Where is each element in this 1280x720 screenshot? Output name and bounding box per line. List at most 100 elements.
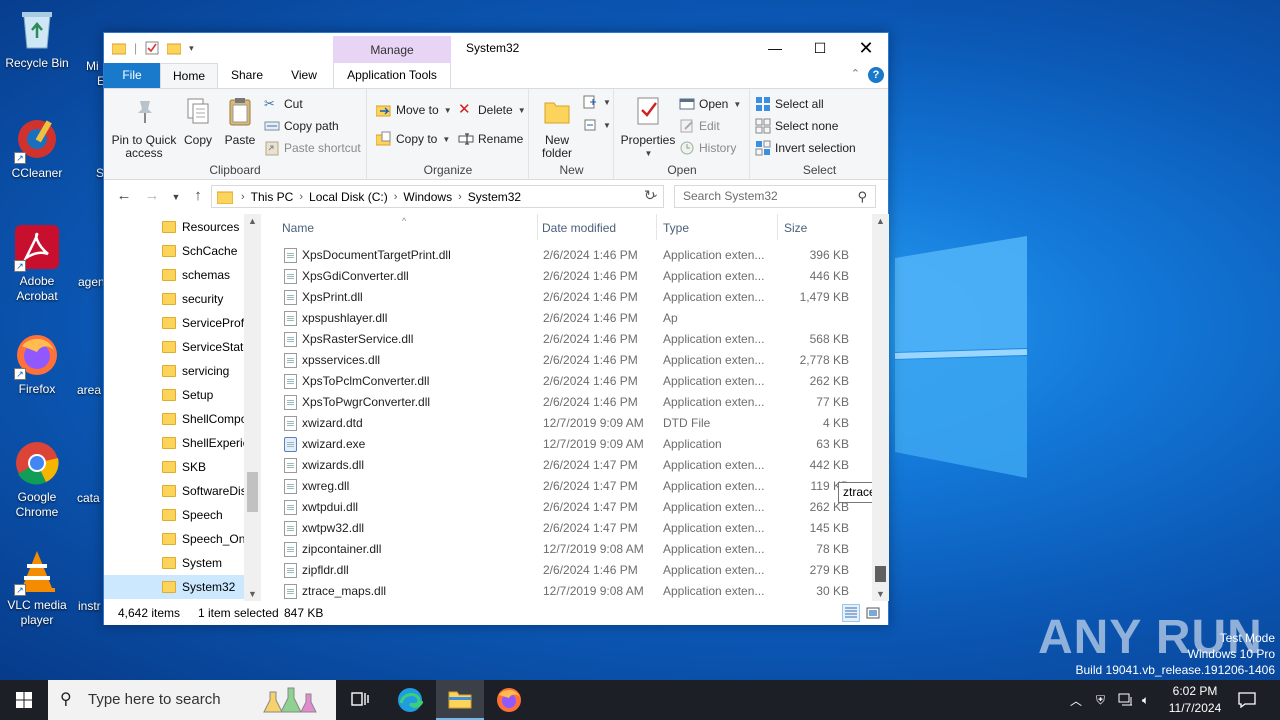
copy-button[interactable]: Copy — [180, 95, 216, 147]
nav-item[interactable]: SoftwareDis — [104, 479, 244, 503]
taskbar-search-box[interactable]: ⚲ Type here to search — [48, 680, 336, 720]
scroll-down-icon[interactable]: ▼ — [244, 589, 261, 599]
new-folder-icon[interactable] — [167, 41, 182, 55]
volume-button[interactable]: 🔈︎ — [1142, 680, 1149, 720]
file-row[interactable]: xwtpw32.dll 2/6/2024 1:47 PM Application e… — [264, 518, 854, 539]
search-input[interactable]: Search System32 ⚲ — [674, 185, 876, 208]
nav-item[interactable]: SKB — [104, 455, 244, 479]
taskbar-edge[interactable] — [386, 680, 434, 720]
file-row[interactable]: XpsPrint.dll 2/6/2024 1:46 PM Application … — [264, 287, 854, 308]
customize-qat-icon[interactable]: ▾ — [189, 43, 194, 54]
file-row[interactable]: zipcontainer.dll 12/7/2019 9:08 AM Applica… — [264, 539, 854, 560]
scroll-up-icon[interactable]: ▲ — [872, 216, 889, 226]
desktop-icon-partial[interactable]: area — [77, 383, 101, 397]
column-header-name[interactable]: Name ^ — [274, 214, 538, 240]
start-button[interactable] — [0, 680, 48, 720]
column-header-date-modified[interactable]: Date modified — [534, 214, 657, 240]
file-row[interactable]: XpsToPclmConverter.dll 2/6/2024 1:46 PM Ap… — [264, 371, 854, 392]
desktop-icon-partial[interactable]: agen — [78, 275, 105, 289]
file-row[interactable]: XpsDocumentTargetPrint.dll 2/6/2024 1:46 … — [264, 245, 854, 266]
easy-access-button[interactable]: ▼ — [582, 115, 611, 135]
nav-item[interactable]: System32 — [104, 575, 244, 599]
select-none-button[interactable]: Select none — [755, 116, 838, 136]
file-row[interactable]: xwreg.dll 2/6/2024 1:47 PM Application ext… — [264, 476, 854, 497]
properties-icon[interactable] — [145, 41, 159, 55]
column-header-type[interactable]: Type — [655, 214, 778, 240]
tray-app-icon[interactable]: ⛨ — [1096, 680, 1105, 720]
address-bar[interactable]: › This PC › Local Disk (C:) › Windows › … — [211, 185, 664, 208]
nav-item[interactable]: security — [104, 287, 244, 311]
desktop-icon-adobe-acrobat[interactable]: ↗ Adobe Acrobat — [0, 224, 74, 304]
tab-application-tools[interactable]: Application Tools — [333, 63, 451, 88]
pin-to-quick-access-button[interactable]: Pin to Quick access — [110, 95, 178, 160]
file-row[interactable]: xwtpdui.dll 2/6/2024 1:47 PM Application e… — [264, 497, 854, 518]
back-button[interactable]: ← — [114, 187, 134, 204]
tab-home[interactable]: Home — [160, 63, 218, 88]
file-row[interactable]: xpspushlayer.dll 2/6/2024 1:46 PM Ap — [264, 308, 854, 329]
nav-item[interactable]: ServiceProfi — [104, 311, 244, 335]
large-icons-view-button[interactable] — [864, 604, 882, 622]
network-button[interactable] — [1118, 680, 1134, 720]
breadcrumb-local-disk[interactable]: Local Disk (C:) — [309, 190, 388, 204]
forward-button[interactable]: → — [142, 187, 162, 204]
file-row[interactable]: XpsGdiConverter.dll 2/6/2024 1:46 PM Appli… — [264, 266, 854, 287]
tab-view[interactable]: View — [280, 63, 328, 88]
file-row[interactable]: xpsservices.dll 2/6/2024 1:46 PM Applicati… — [264, 350, 854, 371]
breadcrumb-windows[interactable]: Windows — [403, 190, 452, 204]
new-item-button[interactable]: ▼ — [582, 92, 611, 112]
column-header-size[interactable]: Size — [776, 214, 856, 240]
minimize-button[interactable]: — — [752, 33, 798, 63]
edit-button[interactable]: Edit — [679, 116, 720, 136]
desktop-icon-partial[interactable]: instr — [78, 599, 101, 613]
file-row[interactable]: zipfldr.dll 2/6/2024 1:46 PM Application e… — [264, 560, 854, 581]
taskbar-firefox[interactable] — [485, 680, 533, 720]
paste-button[interactable]: Paste — [220, 95, 260, 147]
properties-button[interactable]: Properties ▼ — [619, 95, 677, 160]
delete-button[interactable]: ✕ Delete ▼ — [458, 100, 526, 120]
nav-item[interactable]: ShellExperie — [104, 431, 244, 455]
action-center-button[interactable] — [1238, 680, 1256, 720]
rename-button[interactable]: Rename — [458, 129, 523, 149]
help-icon[interactable]: ? — [868, 67, 884, 83]
show-hidden-icons-button[interactable]: ︿ — [1070, 680, 1082, 720]
nav-item[interactable]: SchCache — [104, 239, 244, 263]
scroll-down-icon[interactable]: ▼ — [872, 589, 889, 599]
tab-share[interactable]: Share — [224, 63, 270, 88]
copy-to-button[interactable]: Copy to ▼ — [376, 129, 450, 149]
nav-item[interactable]: Speech — [104, 503, 244, 527]
desktop-icon-google-chrome[interactable]: Google Chrome — [0, 440, 74, 520]
desktop-icon-partial[interactable]: Mi — [86, 59, 99, 73]
nav-item[interactable]: ShellCompo — [104, 407, 244, 431]
desktop-icon-partial[interactable]: cata — [77, 491, 100, 505]
taskbar-file-explorer[interactable] — [436, 680, 484, 720]
scrollbar-thumb[interactable] — [247, 472, 258, 512]
file-row[interactable]: xwizard.dtd 12/7/2019 9:09 AM DTD File 4 KB — [264, 413, 854, 434]
collapse-ribbon-icon[interactable]: ⌃ — [851, 67, 860, 80]
history-button[interactable]: History — [679, 138, 736, 158]
folder-icon[interactable] — [112, 41, 126, 55]
breadcrumb-this-pc[interactable]: This PC — [251, 190, 294, 204]
paste-shortcut-button[interactable]: Paste shortcut — [264, 138, 361, 158]
nav-item[interactable]: Resources — [104, 215, 244, 239]
scrollbar-thumb[interactable] — [875, 566, 886, 582]
tab-file[interactable]: File — [104, 63, 160, 88]
task-view-button[interactable] — [336, 680, 384, 720]
navigation-pane-scrollbar[interactable]: ▲ ▼ — [244, 214, 261, 601]
file-row[interactable]: XpsRasterService.dll 2/6/2024 1:46 PM Appl… — [264, 329, 854, 350]
close-button[interactable]: ✕ — [843, 33, 889, 63]
file-row[interactable]: xwizards.dll 2/6/2024 1:47 PM Application … — [264, 455, 854, 476]
cut-button[interactable]: ✂ Cut — [264, 94, 303, 114]
up-button[interactable]: ↑ — [188, 187, 208, 204]
maximize-button[interactable]: ☐ — [797, 33, 843, 63]
nav-item[interactable]: schemas — [104, 263, 244, 287]
details-view-button[interactable] — [842, 604, 860, 622]
desktop-icon-firefox[interactable]: ↗ Firefox — [0, 332, 74, 397]
recent-locations-button[interactable]: ▼ — [166, 192, 186, 202]
select-all-button[interactable]: Select all — [755, 94, 824, 114]
file-row[interactable]: ztrace_maps.dll 12/7/2019 9:08 AM Applicat… — [264, 581, 854, 601]
clock[interactable]: 6:02 PM 11/7/2024 — [1165, 683, 1225, 717]
nav-item[interactable]: System — [104, 551, 244, 575]
new-folder-button[interactable]: New folder — [536, 95, 578, 160]
file-row[interactable]: XpsToPwgrConverter.dll 2/6/2024 1:46 PM Ap… — [264, 392, 854, 413]
desktop-icon-recycle-bin[interactable]: Recycle Bin — [0, 6, 74, 71]
